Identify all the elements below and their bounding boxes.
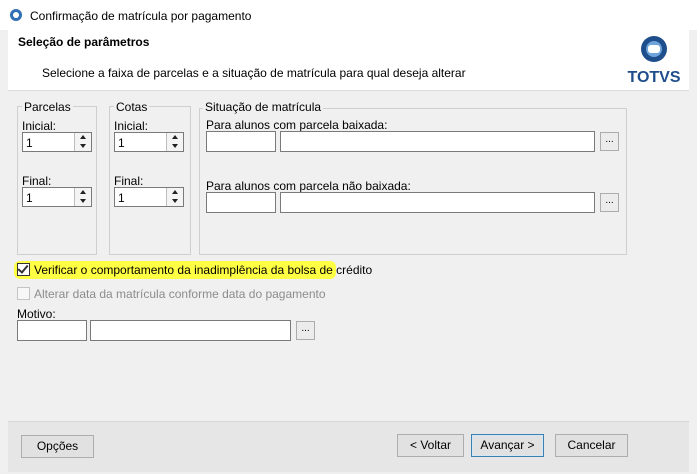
parcelas-final-spinner[interactable]: 1 xyxy=(22,187,92,207)
cotas-final-value: 1 xyxy=(118,191,125,205)
svg-text:TOTVS: TOTVS xyxy=(627,69,680,86)
totvs-logo: TOTVS xyxy=(627,36,681,86)
parcelas-final-label: Final: xyxy=(22,174,52,188)
cancelar-button[interactable]: Cancelar xyxy=(555,434,628,457)
arrow-up-icon xyxy=(80,135,86,139)
alterar-data-checkbox[interactable] xyxy=(17,287,30,300)
spin-down-button[interactable] xyxy=(167,142,183,151)
cotas-final-label: Final: xyxy=(114,174,144,188)
cotas-final-spinner[interactable]: 1 xyxy=(114,187,184,207)
parcelas-inicial-label: Inicial: xyxy=(22,119,57,133)
arrow-down-icon xyxy=(80,144,86,148)
cotas-inicial-value: 1 xyxy=(118,136,125,150)
parcelas-group-label: Parcelas xyxy=(22,100,73,114)
alterar-data-label[interactable]: Alterar data da matrícula conforme data … xyxy=(34,287,326,301)
page-subtitle: Selecione a faixa de parcelas e a situaç… xyxy=(42,66,466,80)
motivo-label: Motivo: xyxy=(17,307,56,321)
window-title: Confirmação de matrícula por pagamento xyxy=(30,9,252,23)
baixada-lookup-button[interactable]: ... xyxy=(600,132,619,151)
nao-baixada-label: Para alunos com parcela não baixada: xyxy=(206,179,411,193)
arrow-down-icon xyxy=(80,199,86,203)
voltar-button[interactable]: < Voltar xyxy=(397,434,464,457)
arrow-down-icon xyxy=(172,199,178,203)
motivo-code-input[interactable] xyxy=(17,320,87,341)
arrow-up-icon xyxy=(172,135,178,139)
cotas-inicial-label: Inicial: xyxy=(114,119,149,133)
verificar-label[interactable]: Verificar o comportamento da inadimplênc… xyxy=(34,263,372,277)
parcelas-final-value: 1 xyxy=(26,191,33,205)
cotas-group-label: Cotas xyxy=(114,100,150,114)
spin-down-button[interactable] xyxy=(75,197,91,206)
parcelas-inicial-spinner[interactable]: 1 xyxy=(22,132,92,152)
page-title: Seleção de parâmetros xyxy=(18,35,150,49)
parcelas-inicial-value: 1 xyxy=(26,136,33,150)
situacao-group-label: Situação de matrícula xyxy=(203,100,324,114)
baixada-description-input[interactable] xyxy=(280,131,595,152)
motivo-lookup-button[interactable]: ... xyxy=(296,321,315,340)
arrow-up-icon xyxy=(172,190,178,194)
arrow-up-icon xyxy=(80,190,86,194)
motivo-description-input[interactable] xyxy=(90,320,291,341)
spin-down-button[interactable] xyxy=(75,142,91,151)
arrow-down-icon xyxy=(172,144,178,148)
avancar-button[interactable]: Avançar > xyxy=(471,434,544,457)
cotas-inicial-spinner[interactable]: 1 xyxy=(114,132,184,152)
spin-down-button[interactable] xyxy=(167,197,183,206)
nao-baixada-code-input[interactable] xyxy=(206,192,276,213)
app-icon xyxy=(10,9,22,21)
nao-baixada-description-input[interactable] xyxy=(280,192,595,213)
nao-baixada-lookup-button[interactable]: ... xyxy=(600,193,619,212)
opcoes-button[interactable]: Opções xyxy=(21,435,94,458)
verificar-checkbox[interactable] xyxy=(17,262,30,276)
baixada-code-input[interactable] xyxy=(206,131,276,152)
baixada-label: Para alunos com parcela baixada: xyxy=(206,118,388,132)
check-icon xyxy=(17,262,29,274)
